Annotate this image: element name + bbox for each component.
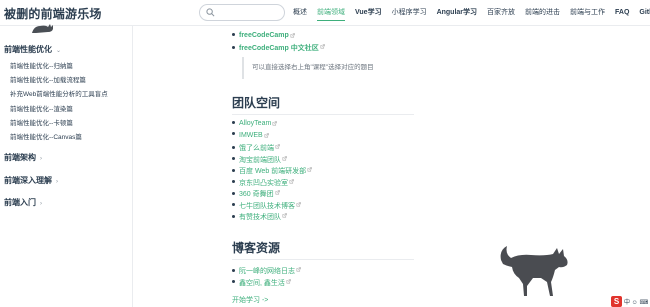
list-item-label: AlloyTeam bbox=[239, 120, 272, 127]
sidebar-item-tools[interactable]: 补充Web前端性能分析的工具盲点 bbox=[10, 88, 108, 98]
list-item[interactable]: 七牛团队技术博客 bbox=[232, 201, 301, 211]
search-input[interactable] bbox=[218, 6, 282, 19]
start-learning-link[interactable]: 开始学习 -> bbox=[232, 295, 268, 305]
external-link-icon bbox=[272, 121, 278, 126]
nav-link-frontend-work[interactable]: 前端与工作 bbox=[570, 0, 605, 26]
sidebar-cat-deep-understanding[interactable]: 前端深入理解 › bbox=[4, 175, 58, 186]
list-item[interactable]: 百度 Web 前端研发部 bbox=[232, 166, 312, 176]
list-item-label: 淘宝前端团队 bbox=[239, 156, 281, 164]
list-item[interactable]: freeCodeCamp bbox=[232, 32, 295, 39]
list-item-label: 百度 Web 前端研发部 bbox=[239, 168, 307, 175]
nav-link-frontend-advance[interactable]: 前端的进击 bbox=[525, 0, 560, 26]
list-item[interactable]: 360 奇舞团 bbox=[232, 189, 280, 199]
list-item[interactable]: 阮一峰的网络日志 bbox=[232, 266, 301, 276]
bullet-icon bbox=[232, 214, 235, 218]
sidebar-cat-architecture[interactable]: 前端架构 › bbox=[4, 152, 42, 163]
sidebar-cat-label: 前端架构 bbox=[4, 153, 36, 162]
list-item-label: 饿了么前端 bbox=[239, 145, 274, 152]
chevron-down-icon: ⌄ bbox=[56, 48, 62, 54]
external-link-icon bbox=[282, 155, 287, 160]
list-item[interactable]: 鑫空间, 鑫生活 bbox=[232, 278, 291, 288]
team-heading: 团队空间 bbox=[232, 94, 414, 115]
external-link-icon bbox=[275, 144, 280, 149]
nav-link-vue[interactable]: Vue学习 bbox=[355, 0, 382, 26]
bullet-icon bbox=[232, 132, 235, 136]
chevron-right-icon: › bbox=[56, 179, 58, 185]
list-item[interactable]: AlloyTeam bbox=[232, 120, 278, 127]
list-item[interactable]: IMWEB bbox=[232, 132, 269, 139]
cat-silhouette-icon bbox=[32, 24, 53, 33]
list-item-label: 京东凹凸实验室 bbox=[239, 179, 288, 187]
external-link-icon bbox=[296, 267, 301, 272]
bullet-icon bbox=[232, 280, 235, 284]
bullet-icon bbox=[232, 168, 235, 172]
search-box[interactable] bbox=[199, 4, 285, 21]
bullet-icon bbox=[232, 120, 235, 124]
list-item[interactable]: 淘宝前端团队 bbox=[232, 155, 287, 165]
sidebar-item-render[interactable]: 前端性能优化--渲染篇 bbox=[10, 103, 73, 113]
sidebar-cat-label: 前端性能优化 bbox=[4, 45, 52, 54]
sidebar-item-loading[interactable]: 前端性能优化--加载流程篇 bbox=[10, 74, 86, 84]
list-item-label: 七牛团队技术博客 bbox=[239, 202, 295, 210]
bullet-icon bbox=[232, 268, 235, 272]
sidebar: 前端性能优化 ⌄ 前端性能优化--归纳篇 前端性能优化--加载流程篇 补充Web前… bbox=[0, 24, 133, 307]
list-item-label: 阮一峰的网络日志 bbox=[239, 268, 295, 275]
nav-link-github[interactable]: Github bbox=[639, 0, 650, 26]
sidebar-cat-label: 前端入门 bbox=[4, 198, 36, 207]
blog-heading: 博客资源 bbox=[232, 239, 414, 260]
external-link-icon bbox=[286, 278, 291, 283]
sidebar-item-canvas[interactable]: 前端性能优化--Canvas篇 bbox=[10, 131, 82, 141]
nav-link-faq[interactable]: FAQ bbox=[615, 0, 629, 26]
sidebar-item-summary[interactable]: 前端性能优化--归纳篇 bbox=[10, 60, 73, 70]
chevron-right-icon: › bbox=[40, 201, 42, 207]
bullet-icon bbox=[232, 191, 235, 195]
external-link-icon bbox=[307, 167, 312, 172]
bullet-icon bbox=[232, 203, 235, 207]
bullet-icon bbox=[232, 157, 235, 161]
tip-block: 可以直接选择右上角"课程"选择对应的题目 bbox=[242, 57, 452, 79]
list-item-label: 有赞技术团队 bbox=[239, 214, 281, 221]
list-item-label: IMWEB bbox=[239, 131, 263, 139]
sidebar-cat-performance[interactable]: 前端性能优化 ⌄ bbox=[4, 44, 61, 55]
search-icon bbox=[206, 8, 215, 17]
top-navbar: 被删的前端游乐场 概述 前端领域 Vue学习 小程序学习 Angular学习 百… bbox=[0, 0, 650, 26]
cat-silhouette-icon bbox=[500, 246, 568, 296]
external-link-icon bbox=[296, 201, 301, 206]
nav-link-angular[interactable]: Angular学习 bbox=[437, 0, 477, 26]
list-item[interactable]: 京东凹凸实验室 bbox=[232, 178, 294, 188]
list-item[interactable]: 饿了么前端 bbox=[232, 143, 280, 153]
bullet-icon bbox=[232, 32, 235, 36]
external-link-icon bbox=[282, 213, 287, 218]
chevron-right-icon: › bbox=[40, 156, 42, 162]
nav-link-frontend-domain[interactable]: 前端领域 bbox=[317, 0, 345, 26]
nav-link-miniprogram[interactable]: 小程序学习 bbox=[392, 0, 427, 26]
list-item-label: 360 奇舞团 bbox=[239, 191, 274, 198]
sidebar-cat-label: 前端深入理解 bbox=[4, 176, 52, 185]
external-link-icon bbox=[289, 178, 294, 183]
ime-status: 中 ☺ ⌨ bbox=[624, 299, 649, 306]
nav-links: 概述 前端领域 Vue学习 小程序学习 Angular学习 百家齐放 前端的进击… bbox=[288, 0, 650, 26]
external-link-icon bbox=[320, 44, 325, 49]
list-item[interactable]: freeCodeCamp 中文社区 bbox=[232, 43, 325, 53]
bullet-icon bbox=[232, 180, 235, 184]
nav-link-hundred-schools[interactable]: 百家齐放 bbox=[487, 0, 515, 26]
list-item-label: 鑫空间, 鑫生活 bbox=[239, 279, 285, 287]
external-link-icon bbox=[264, 132, 269, 137]
external-link-icon bbox=[290, 33, 295, 38]
site-title[interactable]: 被删的前端游乐场 bbox=[4, 5, 102, 22]
list-item[interactable]: 有赞技术团队 bbox=[232, 212, 287, 222]
sogou-icon: S bbox=[611, 295, 622, 307]
bullet-icon bbox=[232, 45, 235, 49]
main-content: freeCodeCamp freeCodeCamp 中文社区 可以直接选择右上角… bbox=[133, 26, 650, 307]
bullet-icon bbox=[232, 145, 235, 149]
sidebar-cat-intro[interactable]: 前端入门 › bbox=[4, 197, 42, 208]
sidebar-item-jank[interactable]: 前端性能优化--卡顿篇 bbox=[10, 117, 73, 127]
ime-badge[interactable]: S 中 ☺ ⌨ bbox=[611, 295, 650, 307]
nav-link-overview[interactable]: 概述 bbox=[293, 0, 307, 26]
external-link-icon bbox=[275, 190, 280, 195]
